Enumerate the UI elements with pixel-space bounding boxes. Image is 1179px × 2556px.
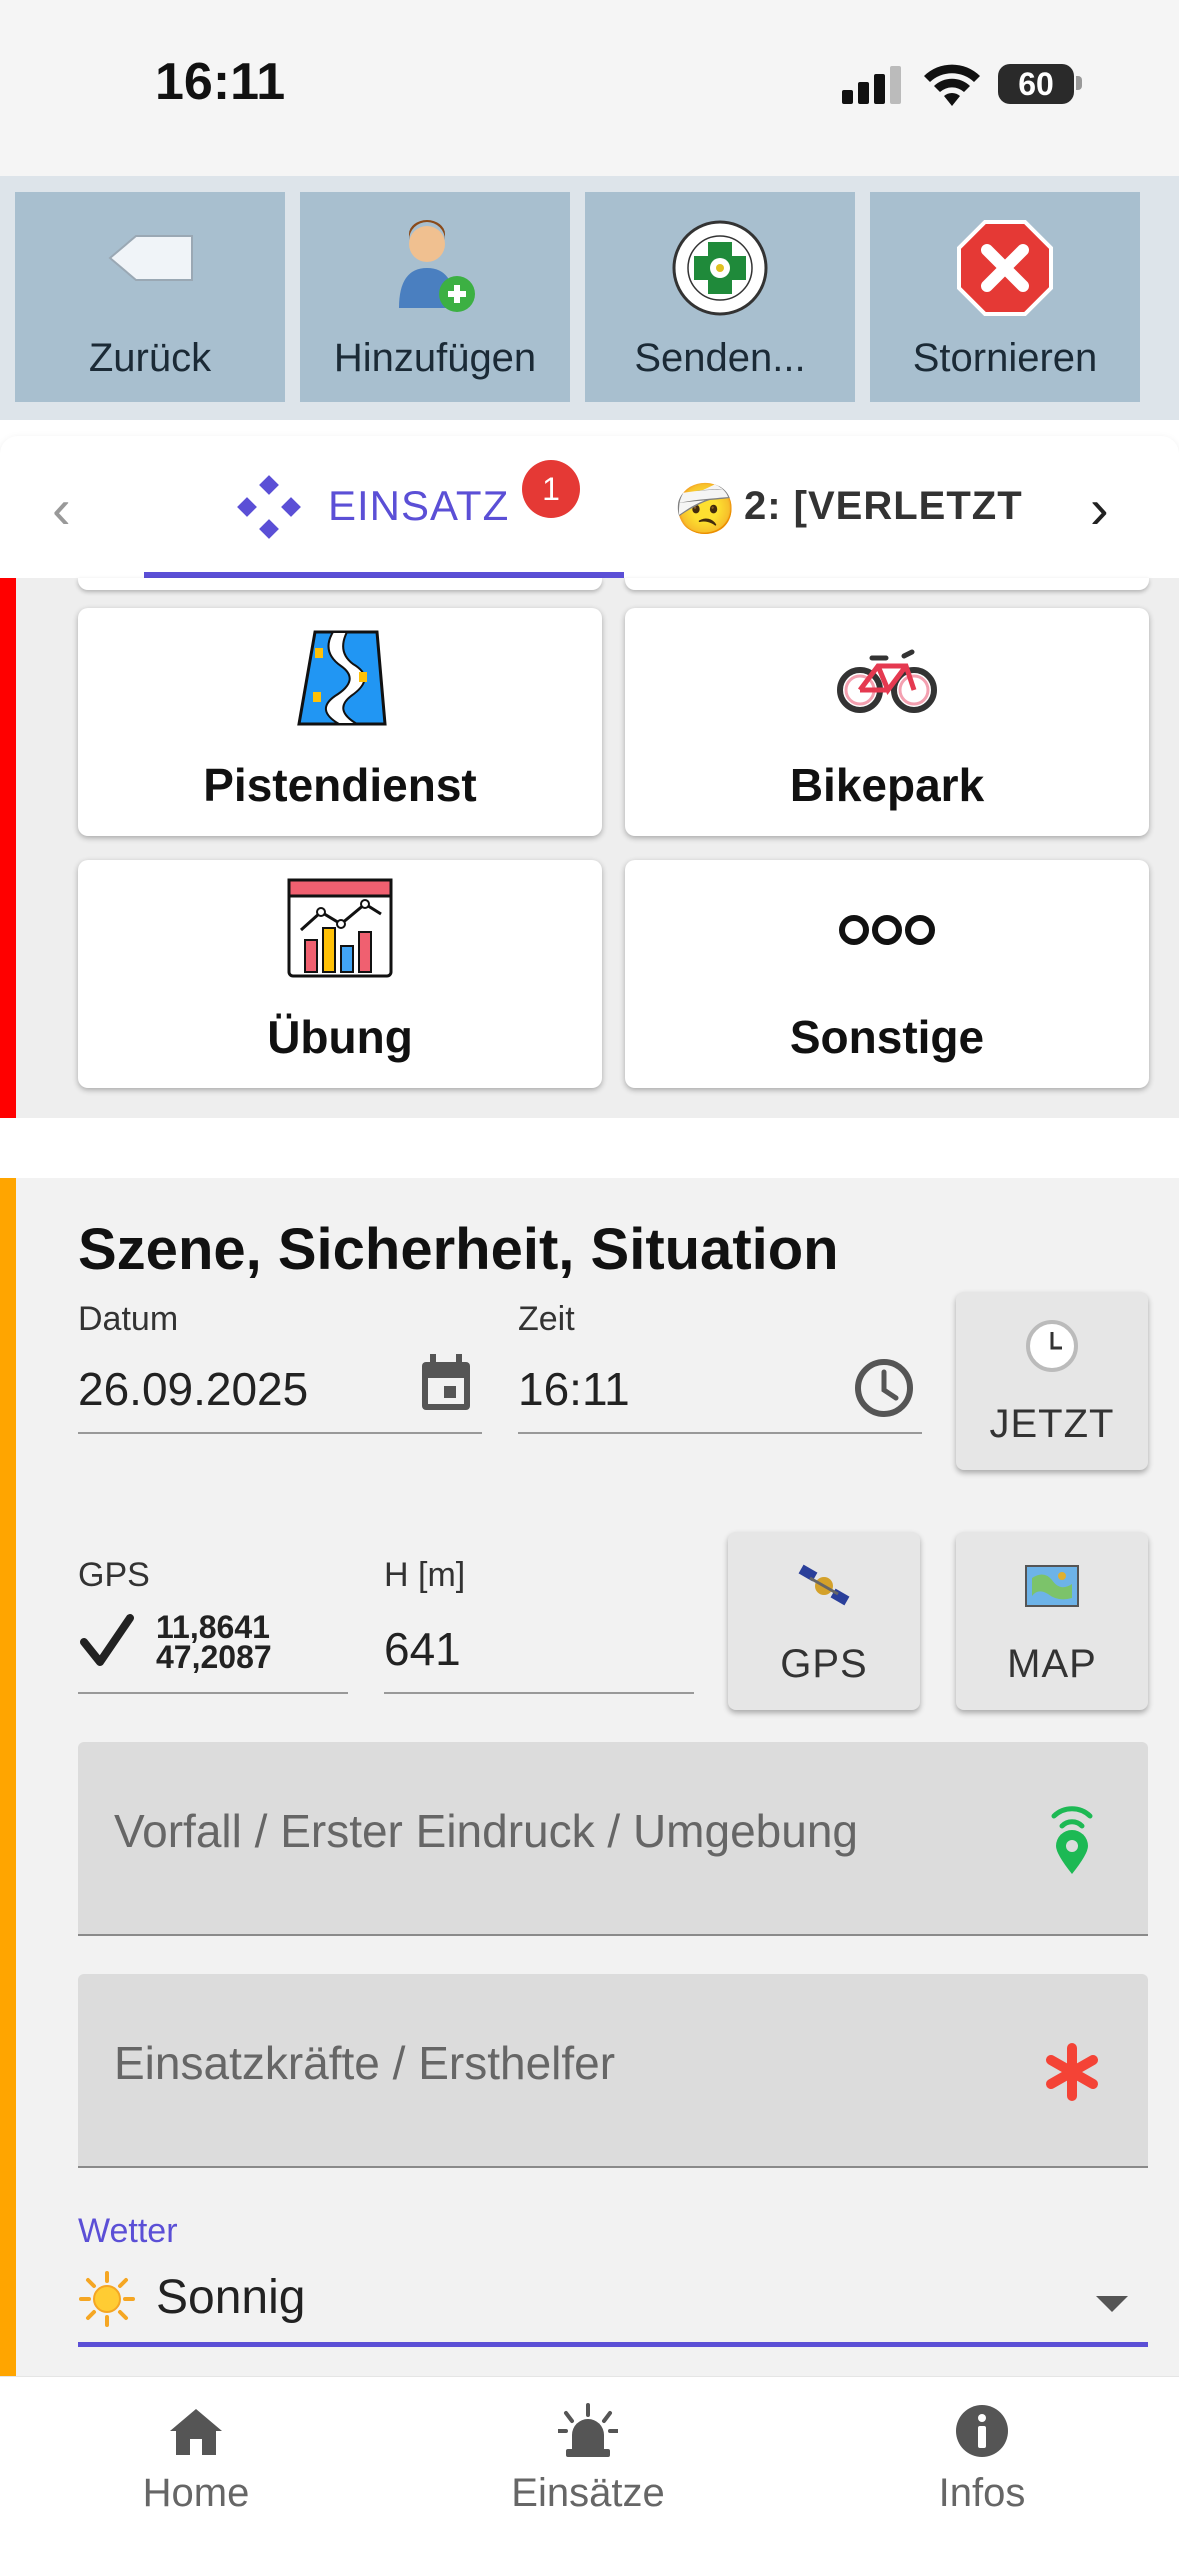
height-label: H [m]	[384, 1556, 466, 1594]
diamond-grid-icon	[237, 475, 301, 539]
tab-next-chevron-icon[interactable]: ›	[1090, 476, 1109, 541]
bergrettung-seal-icon	[672, 220, 768, 316]
incident-textarea[interactable]: Vorfall / Erster Eindruck / Umgebung	[78, 1742, 1148, 1936]
category-label: Bikepark	[789, 759, 985, 811]
nav-einsaetze[interactable]: Einsätze	[438, 2377, 738, 2556]
clock-icon[interactable]	[852, 1356, 916, 1420]
gps-button[interactable]: GPS	[728, 1532, 920, 1710]
map-icon	[1025, 1565, 1079, 1607]
tab-patient[interactable]: 🤕 2: [VERLETZT	[672, 436, 1072, 578]
chart-dashboard-icon	[287, 878, 393, 978]
add-button-label: Hinzufügen	[333, 336, 537, 380]
gps-coordinates: 11,8641 47,2087	[156, 1609, 272, 1675]
height-field[interactable]: 641	[384, 1622, 461, 1676]
date-underline	[78, 1432, 482, 1434]
wifi-icon	[924, 64, 980, 106]
weather-value: Sonnig	[156, 2271, 306, 2324]
map-button-label: MAP	[1007, 1642, 1097, 1686]
section-title: Szene, Sicherheit, Situation	[78, 1217, 839, 1282]
incident-placeholder: Vorfall / Erster Eindruck / Umgebung	[114, 1805, 858, 1857]
weather-select[interactable]: Sonnig	[78, 2262, 1148, 2342]
required-asterisk-icon	[1046, 2043, 1098, 2101]
checkmark-icon	[80, 1614, 134, 1666]
nav-home[interactable]: Home	[46, 2377, 346, 2556]
back-arrow-icon	[108, 235, 193, 281]
gps-label: GPS	[78, 1556, 150, 1594]
time-label: Zeit	[518, 1300, 575, 1338]
tab-prev-chevron-icon[interactable]: ‹	[52, 476, 71, 541]
add-button[interactable]: Hinzufügen	[300, 192, 570, 402]
nav-infos-label: Infos	[938, 2471, 1026, 2515]
partial-card-left	[78, 578, 602, 590]
tab-einsatz-badge: 1	[522, 460, 580, 518]
category-label: Pistendienst	[203, 759, 477, 811]
category-uebung[interactable]: Übung	[78, 860, 602, 1088]
weather-label: Wetter	[78, 2212, 178, 2250]
battery-cap	[1076, 76, 1082, 90]
category-pistendienst[interactable]: Pistendienst	[78, 608, 602, 836]
cellular-signal-icon	[842, 62, 902, 104]
category-label: Übung	[267, 1011, 413, 1063]
clock-face-icon	[1026, 1320, 1078, 1372]
now-button[interactable]: JETZT	[956, 1292, 1148, 1470]
action-toolbar: Zurück Hinzufügen Senden... Stornieren	[0, 176, 1179, 420]
map-button[interactable]: MAP	[956, 1532, 1148, 1710]
back-button[interactable]: Zurück	[15, 192, 285, 402]
category-label: Sonstige	[789, 1011, 985, 1063]
ski-slope-icon	[297, 630, 387, 726]
date-label: Datum	[78, 1300, 179, 1338]
satellite-icon	[798, 1564, 850, 1606]
home-icon	[170, 2409, 222, 2455]
cancel-button[interactable]: Stornieren	[870, 192, 1140, 402]
send-button-label: Senden...	[634, 336, 806, 380]
weather-underline	[78, 2342, 1148, 2347]
injured-face-icon: 🤕	[674, 481, 737, 537]
nav-infos[interactable]: Infos	[832, 2377, 1132, 2556]
send-button[interactable]: Senden...	[585, 192, 855, 402]
category-bikepark[interactable]: Bikepark	[625, 608, 1149, 836]
nav-einsaetze-label: Einsätze	[511, 2471, 665, 2515]
gps-latitude: 47,2087	[156, 1639, 272, 1675]
section-marker-red	[0, 578, 16, 1118]
add-user-icon	[399, 220, 475, 312]
stop-cancel-icon	[957, 220, 1053, 316]
tab-einsatz[interactable]: EINSATZ 1	[234, 436, 624, 578]
bicycle-icon	[837, 649, 937, 713]
nav-home-label: Home	[142, 2471, 250, 2515]
dropdown-caret-icon	[1096, 2296, 1128, 2312]
gps-button-label: GPS	[780, 1642, 868, 1686]
battery-icon: 60	[998, 64, 1074, 104]
time-field[interactable]: 16:11	[518, 1362, 630, 1416]
bottom-navigation: Home Einsätze Infos	[0, 2376, 1179, 2556]
calendar-icon[interactable]	[416, 1352, 476, 1416]
siren-icon	[558, 2403, 618, 2457]
tab-einsatz-label: EINSATZ	[328, 482, 510, 529]
category-sonstige[interactable]: Sonstige	[625, 860, 1149, 1088]
date-field[interactable]: 26.09.2025	[78, 1362, 308, 1416]
status-time: 16:11	[155, 53, 286, 111]
back-button-label: Zurück	[88, 336, 212, 380]
height-underline	[384, 1692, 694, 1694]
tab-bar: ‹ EINSATZ 1 🤕 2: [VERLETZT ›	[0, 436, 1179, 578]
cancel-button-label: Stornieren	[912, 336, 1098, 380]
more-icon	[839, 915, 935, 945]
now-button-label: JETZT	[989, 1402, 1115, 1446]
forces-placeholder: Einsatzkräfte / Ersthelfer	[114, 2037, 616, 2089]
time-underline	[518, 1432, 922, 1434]
sun-icon	[79, 2271, 135, 2327]
tab-patient-label: 2: [VERLETZT	[744, 484, 1023, 528]
location-signal-icon	[1051, 1806, 1093, 1874]
gps-underline	[78, 1692, 348, 1694]
status-bar: 16:11 60	[0, 0, 1179, 176]
section-marker-orange	[0, 1178, 16, 2378]
gps-longitude: 11,8641	[156, 1609, 270, 1645]
forces-textarea[interactable]: Einsatzkräfte / Ersthelfer	[78, 1974, 1148, 2168]
info-icon	[956, 2405, 1008, 2457]
partial-card-right	[625, 578, 1149, 590]
